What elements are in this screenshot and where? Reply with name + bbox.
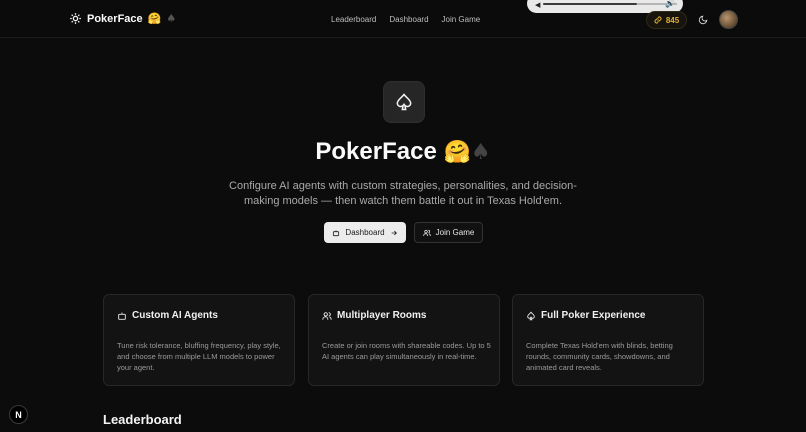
- feature-card-title: Multiplayer Rooms: [322, 310, 426, 321]
- volume-high-icon[interactable]: 🔊: [665, 0, 675, 8]
- brand-name: PokerFace: [87, 12, 143, 25]
- nav-dashboard[interactable]: Dashboard: [389, 15, 428, 24]
- feature-card-full-poker: Full Poker Experience Complete Texas Hol…: [512, 294, 704, 386]
- users-icon: [422, 229, 431, 236]
- arrow-right-icon: [391, 230, 397, 235]
- top-navbar: PokerFace 🤗 ♠ Leaderboard Dashboard Join…: [0, 0, 806, 38]
- user-avatar[interactable]: [719, 10, 738, 29]
- nav-join-game[interactable]: Join Game: [442, 15, 481, 24]
- credits-badge[interactable]: 845: [646, 11, 687, 29]
- hugging-face-emoji: 🤗: [443, 140, 471, 165]
- leaderboard-section-title: Leaderboard: [103, 412, 182, 427]
- feature-card-description: Create or join rooms with shareable code…: [322, 341, 491, 361]
- dashboard-button[interactable]: Dashboard: [324, 222, 406, 243]
- hero-title: PokerFace 🤗♠: [0, 138, 806, 166]
- hugging-face-emoji: 🤗: [147, 12, 162, 25]
- moon-icon[interactable]: [698, 15, 708, 25]
- feature-card-multiplayer: Multiplayer Rooms Create or join rooms w…: [308, 294, 500, 386]
- gear-icon: [70, 13, 81, 24]
- join-game-button-label: Join Game: [435, 228, 475, 237]
- hero-description: Configure AI agents with custom strategi…: [229, 180, 577, 207]
- spade-emoji: ♠: [166, 12, 177, 25]
- media-progress-bar[interactable]: [543, 3, 637, 5]
- dashboard-button-label: Dashboard: [345, 228, 385, 237]
- join-game-button[interactable]: Join Game: [414, 222, 483, 243]
- feature-card-description: Tune risk tolerance, bluffing frequency,…: [117, 341, 281, 372]
- hero-spade-icon-box: [383, 81, 425, 123]
- nav-leaderboard[interactable]: Leaderboard: [331, 15, 376, 24]
- spade-outline-icon: [396, 93, 412, 111]
- volume-low-icon[interactable]: ◀: [535, 1, 540, 9]
- feature-title-text: Multiplayer Rooms: [337, 310, 427, 321]
- link-icon: [654, 16, 662, 24]
- spade-emoji: ♠: [470, 140, 491, 165]
- spade-icon: [527, 310, 535, 320]
- feature-title-text: Full Poker Experience: [541, 310, 646, 321]
- feature-card-description: Complete Texas Hold'em with blinds, bett…: [526, 341, 673, 372]
- credits-value: 845: [665, 15, 680, 25]
- feature-card-custom-agents: Custom AI Agents Tune risk tolerance, bl…: [103, 294, 295, 386]
- bot-icon: [118, 312, 126, 320]
- hero-title-text: PokerFace: [315, 138, 437, 165]
- feature-card-title: Custom AI Agents: [117, 310, 218, 321]
- brand-logo[interactable]: PokerFace 🤗 ♠: [69, 12, 176, 25]
- bot-icon: [333, 229, 340, 236]
- feature-card-title: Full Poker Experience: [526, 310, 646, 321]
- users-icon: [322, 311, 332, 320]
- main-nav: Leaderboard Dashboard Join Game: [331, 15, 480, 24]
- feature-title-text: Custom AI Agents: [132, 310, 218, 321]
- nextjs-dev-badge[interactable]: N: [9, 405, 28, 424]
